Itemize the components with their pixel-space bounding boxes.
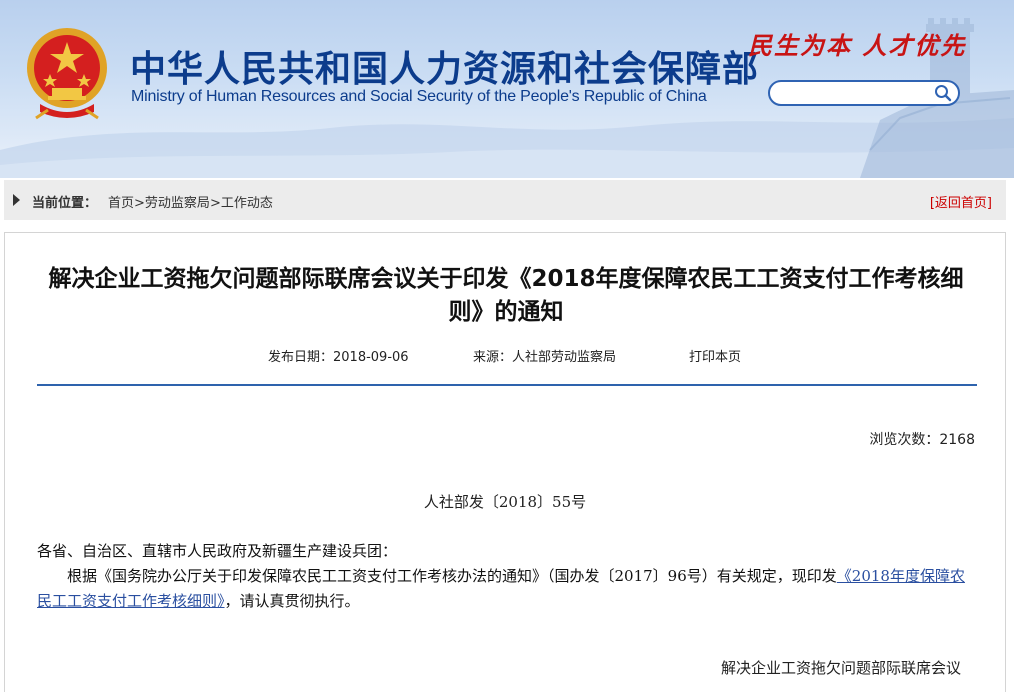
paragraph-text-end: ，请认真贯彻执行。	[224, 592, 360, 610]
site-name-en: Ministry of Human Resources and Social S…	[131, 88, 707, 105]
publish-date: 发布日期：2018-09-06	[268, 350, 409, 365]
search-box	[768, 80, 960, 106]
breadcrumb-labor-inspection[interactable]: 劳动监察局	[145, 196, 210, 211]
view-count: 浏览次数：2168	[869, 432, 975, 448]
header-banner: 中华人民共和国人力资源和社会保障部 Ministry of Human Reso…	[0, 0, 1014, 178]
signature: 解决企业工资拖欠问题部际联席会议	[720, 659, 961, 677]
article-body: 各省、自治区、直辖市人民政府及新疆生产建设兵团： 根据《国务院办公厅关于印发保障…	[37, 539, 977, 614]
breadcrumb-separator: >	[134, 196, 145, 211]
breadcrumb-separator: >	[209, 196, 221, 211]
search-icon[interactable]	[934, 84, 952, 102]
breadcrumb: 当前位置： 首页>劳动监察局>工作动态 [返回首页]	[4, 180, 1006, 220]
document-number: 人社部发〔2018〕55号	[423, 493, 587, 511]
slogan: 民生为本 人才优先	[748, 31, 967, 60]
title-divider	[37, 384, 977, 386]
breadcrumb-trail: 首页>劳动监察局>工作动态	[108, 192, 273, 211]
national-emblem-icon[interactable]	[22, 24, 112, 120]
salutation: 各省、自治区、直辖市人民政府及新疆生产建设兵团：	[37, 542, 398, 560]
breadcrumb-work-news[interactable]: 工作动态	[221, 196, 273, 211]
breadcrumb-label: 当前位置：	[32, 196, 98, 211]
body-paragraph: 根据《国务院办公厅关于印发保障农民工工资支付工作考核办法的通知》（国办发〔201…	[37, 564, 977, 614]
paragraph-text: 根据《国务院办公厅关于印发保障农民工工资支付工作考核办法的通知》（国办发〔201…	[67, 567, 837, 585]
article-source: 来源：人社部劳动监察局	[473, 350, 617, 365]
back-home-button[interactable]: [返回首页]	[930, 196, 992, 211]
site-name-cn: 中华人民共和国人力资源和社会保障部	[130, 49, 760, 90]
print-page-link[interactable]: 打印本页	[689, 346, 741, 365]
search-input[interactable]	[780, 84, 934, 104]
breadcrumb-home[interactable]: 首页	[108, 196, 134, 211]
article-title: 解决企业工资拖欠问题部际联席会议关于印发《2018年度保障农民工工资支付工作考核…	[48, 266, 964, 325]
article-panel: 解决企业工资拖欠问题部际联席会议关于印发《2018年度保障农民工工资支付工作考核…	[4, 232, 1006, 692]
breadcrumb-arrow-icon	[13, 194, 20, 206]
back-home-link: [返回首页]	[930, 192, 992, 211]
